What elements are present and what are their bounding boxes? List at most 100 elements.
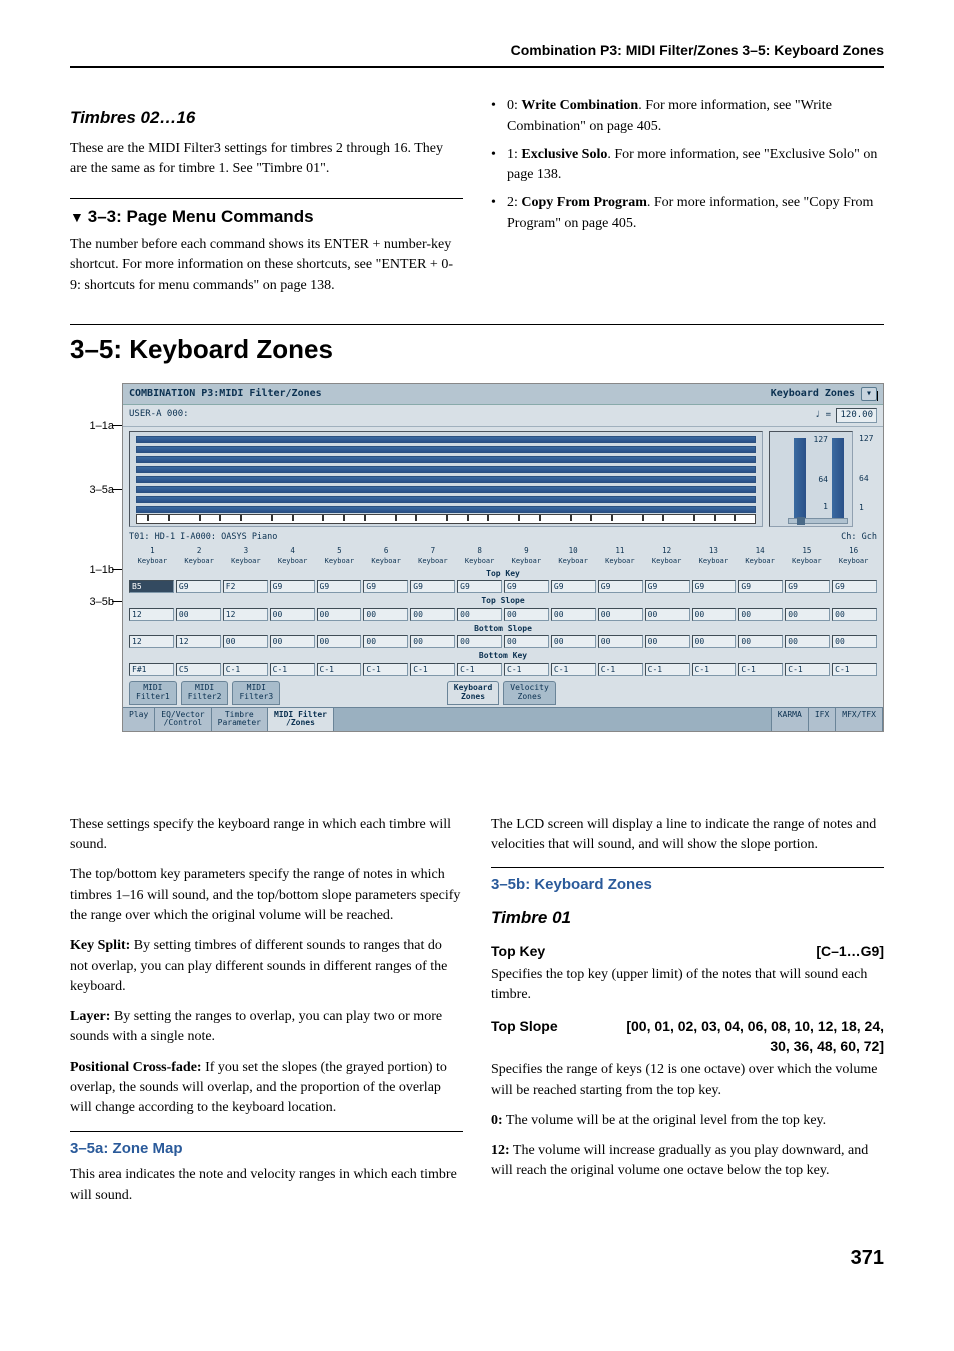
param-field[interactable]: C-1 [645, 663, 690, 676]
row-top-slope: 12001200000000000000000000000000 [123, 607, 883, 622]
param-field[interactable]: 12 [176, 635, 221, 648]
param-field[interactable]: G9 [363, 580, 408, 593]
param-field[interactable]: 00 [832, 635, 877, 648]
track-label: Keyboar [223, 556, 270, 566]
main-tab[interactable]: MFX/TFX [836, 708, 883, 732]
param-field[interactable]: G9 [176, 580, 221, 593]
lcd-timbre-info: T01: HD-1 I-A000: OASYS Piano Ch: Gch [123, 529, 883, 545]
sub-tab[interactable]: Velocity Zones [503, 681, 556, 705]
param-field[interactable]: 00 [457, 608, 502, 621]
main-tab[interactable]: KARMA [772, 708, 809, 732]
param-field[interactable]: C-1 [410, 663, 455, 676]
param-field[interactable]: 00 [785, 608, 830, 621]
param-field[interactable]: 00 [363, 635, 408, 648]
param-field[interactable]: 00 [270, 608, 315, 621]
param-field[interactable]: C-1 [223, 663, 268, 676]
param-field[interactable]: 12 [129, 635, 174, 648]
param-field[interactable]: C-1 [457, 663, 502, 676]
param-field[interactable]: 00 [176, 608, 221, 621]
param-field[interactable]: 00 [317, 608, 362, 621]
sub-tab[interactable]: Keyboard Zones [447, 681, 500, 705]
param-field[interactable]: G9 [785, 580, 830, 593]
sub-tab[interactable]: MIDI Filter2 [181, 681, 229, 705]
param-field[interactable]: 00 [645, 608, 690, 621]
param-field[interactable]: 00 [785, 635, 830, 648]
param-field[interactable]: G9 [738, 580, 783, 593]
tempo-label: ♩ = [815, 410, 831, 420]
main-tab[interactable]: EQ/Vector /Control [155, 708, 211, 732]
param-field[interactable]: 00 [551, 635, 596, 648]
timbre-info-left[interactable]: T01: HD-1 I-A000: OASYS Piano [129, 531, 277, 543]
lcd-diagram: 3–5PMC 1–1a 3–5a 1–1b 3–5b COMBINATION P… [70, 383, 884, 793]
param-field[interactable]: C-1 [551, 663, 596, 676]
param-field[interactable]: 00 [551, 608, 596, 621]
param-field[interactable]: G9 [692, 580, 737, 593]
param-field[interactable]: C-1 [598, 663, 643, 676]
param-field[interactable]: 00 [598, 608, 643, 621]
param-field[interactable]: G9 [645, 580, 690, 593]
param-field[interactable]: 00 [738, 608, 783, 621]
bot-p4: Layer: By setting the ranges to overlap,… [70, 1007, 463, 1048]
param-field[interactable]: 00 [692, 608, 737, 621]
menu-cmd-2: 2: Copy From Program. For more informati… [491, 193, 884, 234]
param-field[interactable]: C-1 [317, 663, 362, 676]
param-field[interactable]: C-1 [270, 663, 315, 676]
param-field[interactable]: C5 [176, 663, 221, 676]
param-field[interactable]: G9 [551, 580, 596, 593]
param-field[interactable]: G9 [317, 580, 362, 593]
param-field[interactable]: 12 [223, 608, 268, 621]
velocity-zone-map[interactable]: 127 64 1 [769, 431, 853, 527]
pmc-dropdown[interactable]: ▾ [861, 387, 877, 401]
main-tab[interactable]: MIDI Filter /Zones [268, 708, 334, 732]
piano-keyboard-icon [136, 514, 756, 524]
param-field[interactable]: 00 [504, 635, 549, 648]
param-field[interactable]: G9 [832, 580, 877, 593]
main-tab[interactable]: IFX [809, 708, 836, 732]
param-field[interactable]: 00 [223, 635, 268, 648]
param-field[interactable]: G9 [457, 580, 502, 593]
timbres-para: These are the MIDI Filter3 settings for … [70, 139, 463, 180]
main-tab[interactable]: Play [123, 708, 155, 732]
param-field[interactable]: C-1 [363, 663, 408, 676]
param-field[interactable]: G9 [504, 580, 549, 593]
sub-tab[interactable]: MIDI Filter3 [232, 681, 280, 705]
row-bottom-slope: 12120000000000000000000000000000 [123, 634, 883, 649]
left-col-top: Timbres 02…16 These are the MIDI Filter3… [70, 96, 463, 306]
page-header: Combination P3: MIDI Filter/Zones 3–5: K… [70, 40, 884, 68]
track-label: Keyboar [690, 556, 737, 566]
param-field[interactable]: 00 [692, 635, 737, 648]
param-field[interactable]: C-1 [692, 663, 737, 676]
param-field[interactable]: G9 [410, 580, 455, 593]
param-field[interactable]: 00 [457, 635, 502, 648]
param-field[interactable]: C-1 [738, 663, 783, 676]
param-field[interactable]: C-1 [504, 663, 549, 676]
lcd-bank[interactable]: USER-A 000: [129, 408, 189, 423]
param-field[interactable]: 00 [598, 635, 643, 648]
param-field[interactable]: 00 [504, 608, 549, 621]
param-field[interactable]: 00 [645, 635, 690, 648]
keyboard-zone-map[interactable] [129, 431, 763, 527]
param-field[interactable]: F#1 [129, 663, 174, 676]
param-field[interactable]: 00 [410, 635, 455, 648]
track-number: 15 [784, 546, 831, 557]
param-field[interactable]: B5 [129, 580, 174, 593]
param-field[interactable]: C-1 [785, 663, 830, 676]
param-field[interactable]: C-1 [832, 663, 877, 676]
param-field[interactable]: 00 [832, 608, 877, 621]
vel-1: 1 [823, 501, 828, 513]
param-field[interactable]: G9 [270, 580, 315, 593]
param-field[interactable]: 00 [410, 608, 455, 621]
param-field[interactable]: 00 [363, 608, 408, 621]
param-field[interactable]: 00 [270, 635, 315, 648]
param-field[interactable]: 00 [317, 635, 362, 648]
sub-tab[interactable]: MIDI Filter1 [129, 681, 177, 705]
main-tab[interactable]: Timbre Parameter [212, 708, 268, 732]
param-field[interactable]: 12 [129, 608, 174, 621]
track-label: Keyboar [410, 556, 457, 566]
tempo-value[interactable]: 120.00 [836, 408, 877, 423]
param-field[interactable]: F2 [223, 580, 268, 593]
param-field[interactable]: 00 [738, 635, 783, 648]
track-number: 5 [316, 546, 363, 557]
vel-scrollbar[interactable] [788, 518, 848, 524]
param-field[interactable]: G9 [598, 580, 643, 593]
